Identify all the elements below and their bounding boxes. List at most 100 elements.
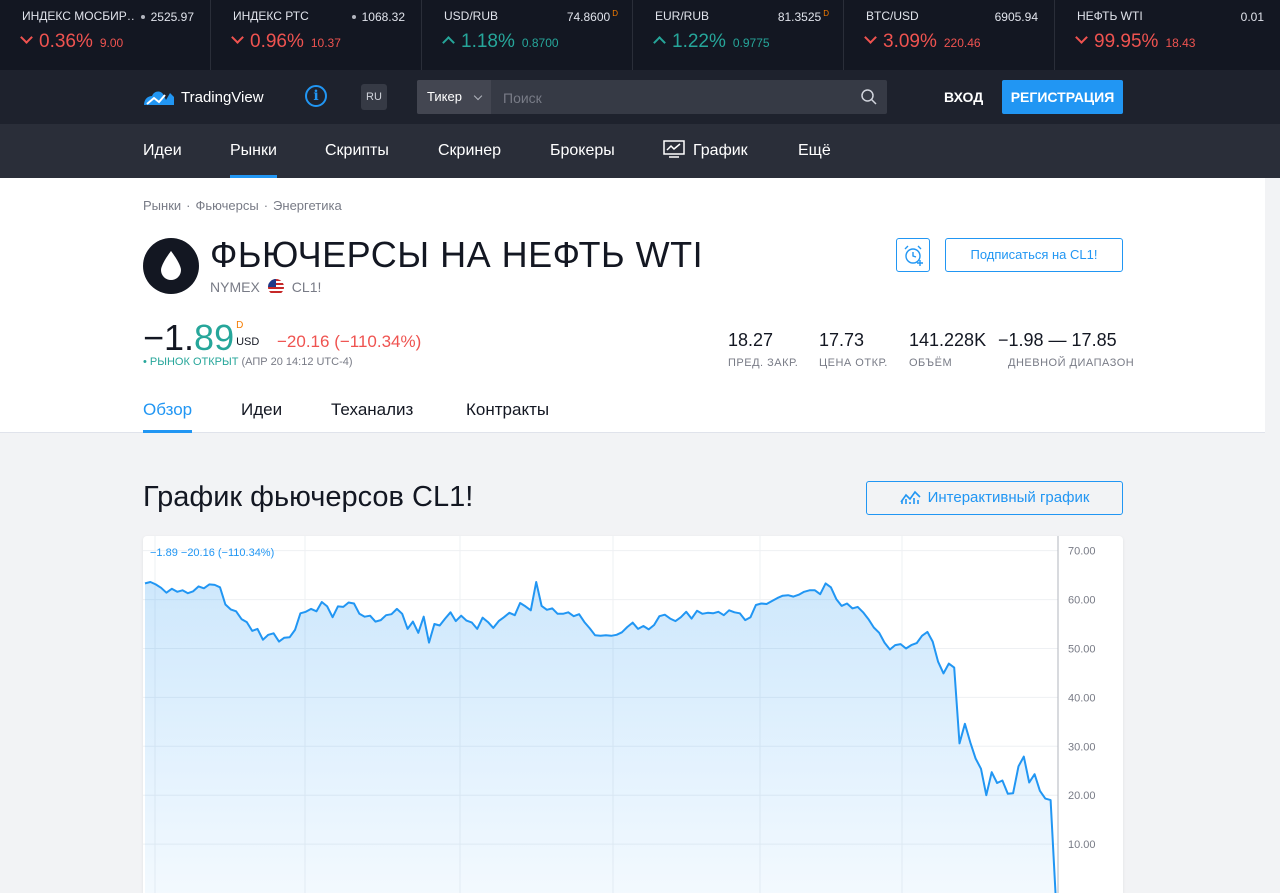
price-change: −20.16 (−110.34%) [277,332,422,351]
nav-chart-label: График [693,142,748,159]
ticker-name: ИНДЕКС РТС [233,9,309,23]
search-bar: Тикер [417,80,887,116]
chart-section-title: График фьючерсов CL1! [143,481,474,513]
interactive-chart-button[interactable]: Интерактивный график [866,481,1123,515]
arrow-down-icon [231,31,244,44]
stat-volume: 141.228K ОБЪЁМ [909,330,986,369]
logo[interactable]: TradingView [143,87,264,107]
ticker-header: EUR/RUB 81.3525 D [655,9,829,25]
ticker-item[interactable]: ИНДЕКС МОСБИР… 2525.97 0.36% 9.00 [0,0,211,70]
alert-button[interactable] [896,238,930,272]
chart-icon [663,140,685,159]
ticker-change: 1.22% 0.9775 [653,31,829,53]
ticker-item[interactable]: ИНДЕКС РТС 1068.32 0.96% 10.37 [211,0,422,70]
chart-legend: −1.89 −20.16 (−110.34%) [150,547,275,559]
ticker-change-abs: 18.43 [1165,36,1196,50]
y-tick-label: 30.00 [1068,741,1096,753]
symbol-subtitle: NYMEX CL1! [210,279,321,295]
y-tick-label: 60.00 [1068,595,1096,607]
site-header: TradingView i RU Тикер ВХОД РЕГИСТРАЦИЯ [0,70,1280,124]
tab-overview[interactable]: Обзор [143,400,193,433]
ticker-flag: D [612,9,618,18]
ticker-value-wrap: 6905.94 [995,9,1040,25]
search-type-label: Тикер [427,89,462,104]
ticker-header: BTC/USD 6905.94 [866,9,1040,25]
language-button[interactable]: RU [361,84,387,110]
ticker-change: 0.96% 10.37 [231,31,407,53]
breadcrumb-markets[interactable]: Рынки [143,198,181,213]
ticker-change-pct: 1.18% [461,31,515,52]
ticker-flag: D [823,9,829,18]
login-link[interactable]: ВХОД [944,89,983,105]
search-input[interactable] [501,80,845,116]
ticker-change-abs: 0.9775 [732,36,770,50]
tab-ideas[interactable]: Идеи [241,400,282,432]
price-integer: −1. [143,317,195,358]
ticker-value-wrap: 74.8600 D [567,9,618,25]
ticker-value: 1068.32 [361,10,405,24]
register-button[interactable]: РЕГИСТРАЦИЯ [1002,80,1123,114]
ticker-change-pct: 0.36% [39,31,93,52]
breadcrumb-futures[interactable]: Фьючерсы [196,198,259,213]
follow-button[interactable]: Подписаться на CL1! [945,238,1123,272]
stat-open: 17.73 ЦЕНА ОТКР. [819,330,888,369]
ticker-name: EUR/RUB [655,9,710,23]
nav-chart[interactable]: График [663,124,748,178]
info-icon[interactable]: i [305,85,327,107]
market-time: (АПР 20 14:12 UTC-4) [241,356,353,368]
nav-scripts[interactable]: Скрипты [325,124,389,178]
ticker-value: 81.3525 [777,10,822,24]
main-nav: Идеи Рынки Скрипты Скринер Брокеры Графи… [0,124,1280,178]
symbol-header: Рынки · Фьючерсы · Энергетика ФЬЮЧЕРСЫ НА НЕ… [0,178,1265,433]
nav-brokers[interactable]: Брокеры [550,124,615,178]
cloud-chart-icon [144,91,174,105]
ticker-label: CL1! [291,279,322,295]
arrow-down-icon [20,31,33,44]
ticker-change: 0.36% 9.00 [20,31,196,53]
nav-ideas[interactable]: Идеи [143,124,182,178]
last-price: −1. 89 D USD [143,314,262,359]
stat-value: −1.98 — 17.85 [998,330,1117,350]
stat-value: 17.73 [819,330,865,350]
price-decimal: 89 [194,317,235,358]
ticker-item[interactable]: USD/RUB 74.8600 D 1.18% 0.8700 [422,0,633,70]
ticker-value: 2525.97 [150,10,194,24]
ticker-value-wrap: 0.01 [1241,9,1266,25]
y-tick-label: 70.00 [1068,546,1096,558]
ticker-value-wrap: 81.3525 D [778,9,829,25]
chevron-down-icon [473,91,483,101]
stat-label: ЦЕНА ОТКР. [819,357,888,369]
breadcrumb-energy[interactable]: Энергетика [273,198,342,213]
chart-line-icon [899,490,921,504]
tab-technicals[interactable]: Теханализ [331,400,413,432]
nav-screener[interactable]: Скринер [438,124,501,178]
ticker-change-pct: 1.22% [672,31,726,52]
nav-more[interactable]: Ещё [798,124,831,178]
ticker-item[interactable]: НЕФТЬ WTI 0.01 99.95% 18.43 [1055,0,1280,70]
ticker-item[interactable]: EUR/RUB 81.3525 D 1.22% 0.9775 [633,0,844,70]
ticker-name: BTC/USD [866,9,919,23]
market-status: • РЫНОК ОТКРЫТ (АПР 20 14:12 UTC-4) [143,356,353,368]
breadcrumb: Рынки · Фьючерсы · Энергетика [143,198,342,213]
ticker-header: НЕФТЬ WTI 0.01 [1077,9,1266,25]
search-type-dropdown[interactable]: Тикер [417,80,491,114]
stat-prev-close: 18.27 ПРЕД. ЗАКР. [728,330,798,369]
stat-day-range: −1.98 — 17.85 ДНЕВНОЙ ДИАПАЗОН [998,330,1134,369]
tab-contracts[interactable]: Контракты [466,400,549,432]
nav-markets[interactable]: Рынки [230,124,277,178]
stat-label: ПРЕД. ЗАКР. [728,357,799,369]
interactive-chart-label: Интерактивный график [927,489,1090,506]
price-chart[interactable]: 70.00 60.00 50.00 40.00 30.00 20.00 10.00 −1.8… [143,536,1123,893]
chart-canvas: 70.00 60.00 50.00 40.00 30.00 20.00 10.00 [143,536,1096,893]
market-status-label: • РЫНОК ОТКРЫТ [143,356,239,368]
ticker-change: 99.95% 18.43 [1075,31,1266,53]
ticker-item[interactable]: BTC/USD 6905.94 3.09% 220.46 [844,0,1055,70]
page-title: ФЬЮЧЕРСЫ НА НЕФТЬ WTI [210,234,704,275]
stat-label: ДНЕВНОЙ ДИАПАЗОН [1008,357,1135,369]
arrow-up-icon [653,36,666,49]
ticker-change-abs: 10.37 [310,36,341,50]
ticker-value: 74.8600 [566,10,611,24]
ticker-change: 1.18% 0.8700 [442,31,618,53]
arrow-up-icon [442,36,455,49]
search-icon[interactable] [861,89,877,105]
